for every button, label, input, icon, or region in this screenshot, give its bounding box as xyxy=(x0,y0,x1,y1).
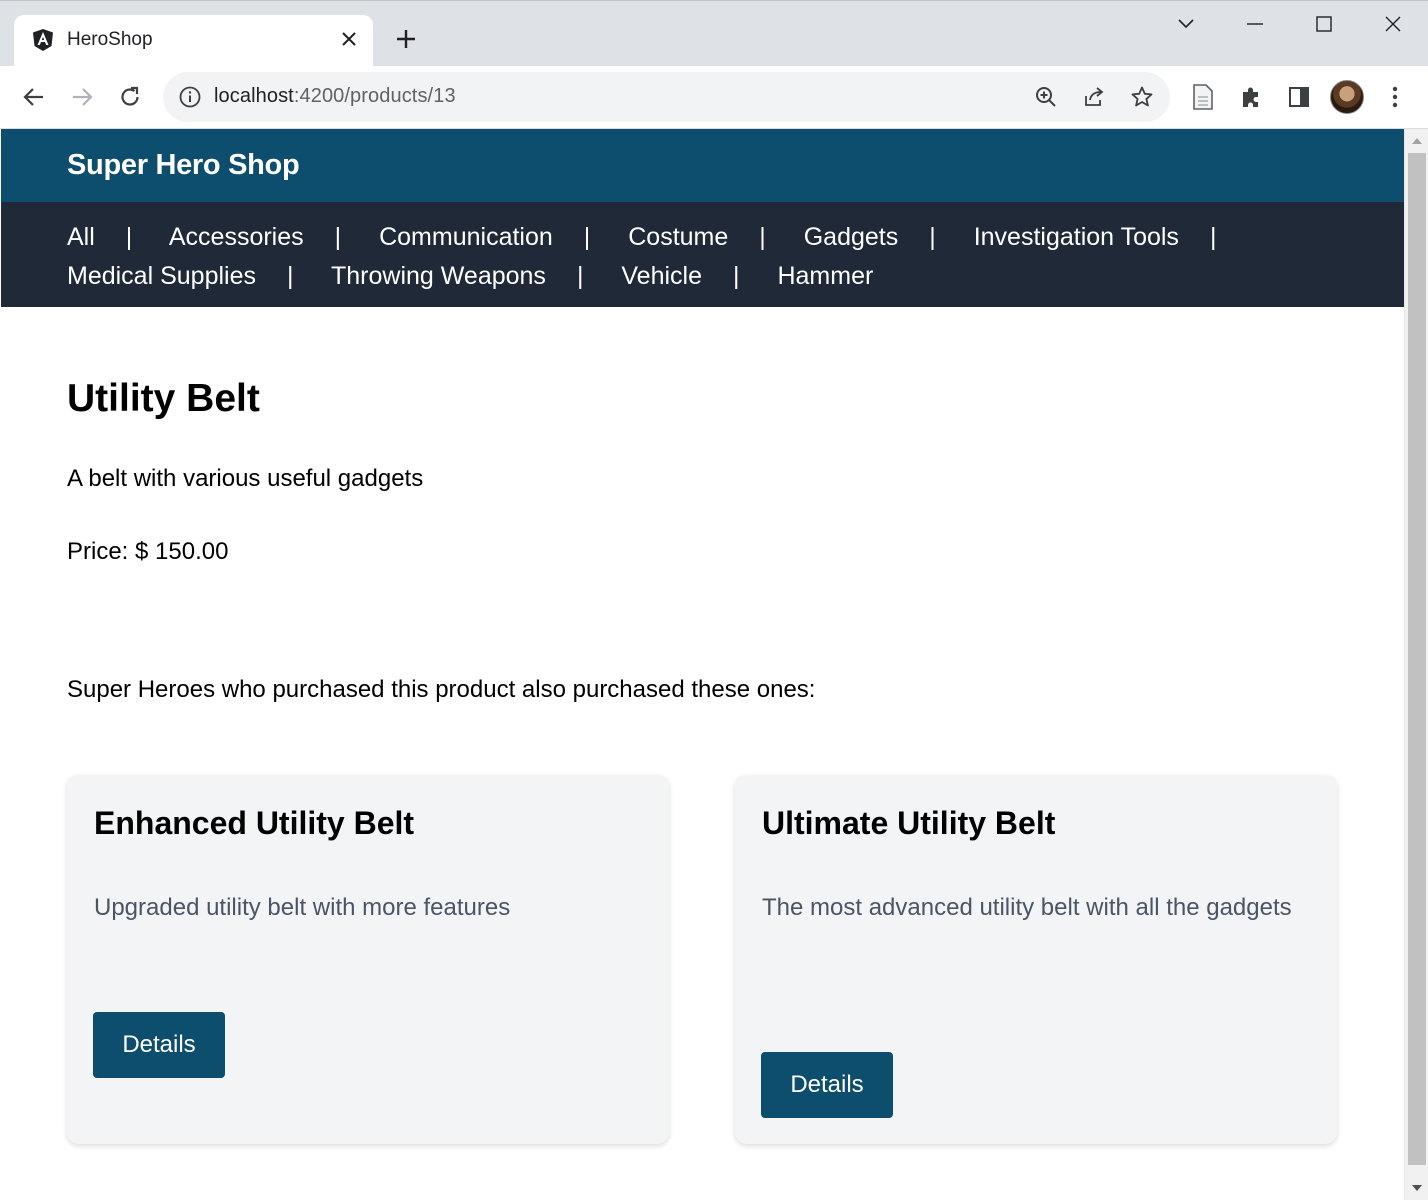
related-product-card: Enhanced Utility Belt Upgraded utility b… xyxy=(67,775,669,1144)
nav-separator: | xyxy=(733,262,740,290)
browser-toolbar: localhost:4200/products/13 xyxy=(0,66,1428,129)
scroll-down-arrow-icon[interactable] xyxy=(1405,1178,1428,1198)
side-panel-icon[interactable] xyxy=(1282,80,1316,114)
angular-logo-icon xyxy=(33,29,53,51)
bookmark-star-icon[interactable] xyxy=(1128,83,1156,111)
product-description: A belt with various useful gadgets xyxy=(67,465,424,492)
card-title: Enhanced Utility Belt xyxy=(94,805,415,841)
zoom-icon[interactable] xyxy=(1032,83,1060,111)
related-heading: Super Heroes who purchased this product … xyxy=(67,676,816,703)
url-text[interactable]: localhost:4200/products/13 xyxy=(214,85,456,108)
category-link[interactable]: All xyxy=(67,223,95,251)
category-link[interactable]: Accessories xyxy=(169,223,304,251)
share-icon[interactable] xyxy=(1080,83,1108,111)
profile-avatar[interactable] xyxy=(1330,80,1364,114)
scroll-up-arrow-icon[interactable] xyxy=(1405,131,1428,151)
card-description: Upgraded utility belt with more features xyxy=(94,894,511,921)
page-scrollbar[interactable] xyxy=(1404,129,1428,1200)
menu-kebab-icon[interactable] xyxy=(1378,80,1412,114)
brand-header: Super Hero Shop xyxy=(1,129,1404,202)
nav-separator: | xyxy=(1209,223,1217,251)
card-description: The most advanced utility belt with all … xyxy=(762,894,1292,921)
details-button[interactable]: Details xyxy=(93,1012,225,1078)
tab-close-icon[interactable] xyxy=(337,27,361,51)
nav-separator: | xyxy=(334,223,342,251)
nav-separator: | xyxy=(287,262,294,290)
category-nav: All | Accessories | Communication | Costume… xyxy=(1,202,1404,307)
tab-title: HeroShop xyxy=(67,29,153,50)
back-arrow-icon[interactable] xyxy=(17,80,51,114)
minimize-icon[interactable] xyxy=(1237,9,1273,39)
nav-separator: | xyxy=(929,223,936,251)
category-link[interactable]: Medical Supplies xyxy=(67,262,256,290)
reload-icon[interactable] xyxy=(113,80,147,114)
nav-separator: | xyxy=(125,223,133,251)
document-icon[interactable] xyxy=(1186,80,1220,114)
scroll-thumb[interactable] xyxy=(1408,153,1426,1165)
address-bar[interactable]: localhost:4200/products/13 xyxy=(163,72,1170,122)
category-link[interactable]: Communication xyxy=(379,223,553,251)
product-price: Price: $ 150.00 xyxy=(67,538,229,565)
chevron-down-icon[interactable] xyxy=(1168,9,1204,39)
nav-separator: | xyxy=(576,262,584,290)
card-title: Ultimate Utility Belt xyxy=(762,805,1056,841)
new-tab-icon[interactable] xyxy=(392,25,420,53)
nav-separator: | xyxy=(759,223,766,251)
close-window-icon[interactable] xyxy=(1375,9,1411,39)
category-link[interactable]: Gadgets xyxy=(804,223,899,251)
browser-tab[interactable]: HeroShop xyxy=(14,15,373,67)
category-link[interactable]: Throwing Weapons xyxy=(331,262,546,290)
category-link[interactable]: Investigation Tools xyxy=(974,223,1179,251)
category-link[interactable]: Vehicle xyxy=(621,262,702,290)
extensions-puzzle-icon[interactable] xyxy=(1234,80,1268,114)
category-link[interactable]: Hammer xyxy=(777,262,873,290)
product-title: Utility Belt xyxy=(67,377,260,420)
brand-title[interactable]: Super Hero Shop xyxy=(67,149,300,182)
maximize-icon[interactable] xyxy=(1306,9,1342,39)
page-viewport: Super Hero Shop All | Accessories | Commun… xyxy=(1,129,1404,1200)
browser-titlebar: HeroShop xyxy=(0,0,1428,67)
category-links: All | Accessories | Communication | Costume… xyxy=(67,218,1367,296)
category-link[interactable]: Costume xyxy=(628,223,728,251)
related-product-card: Ultimate Utility Belt The most advanced … xyxy=(735,775,1337,1144)
details-button[interactable]: Details xyxy=(761,1052,893,1118)
forward-arrow-icon[interactable] xyxy=(65,80,99,114)
site-info-icon[interactable] xyxy=(178,85,202,109)
nav-separator: | xyxy=(583,223,591,251)
